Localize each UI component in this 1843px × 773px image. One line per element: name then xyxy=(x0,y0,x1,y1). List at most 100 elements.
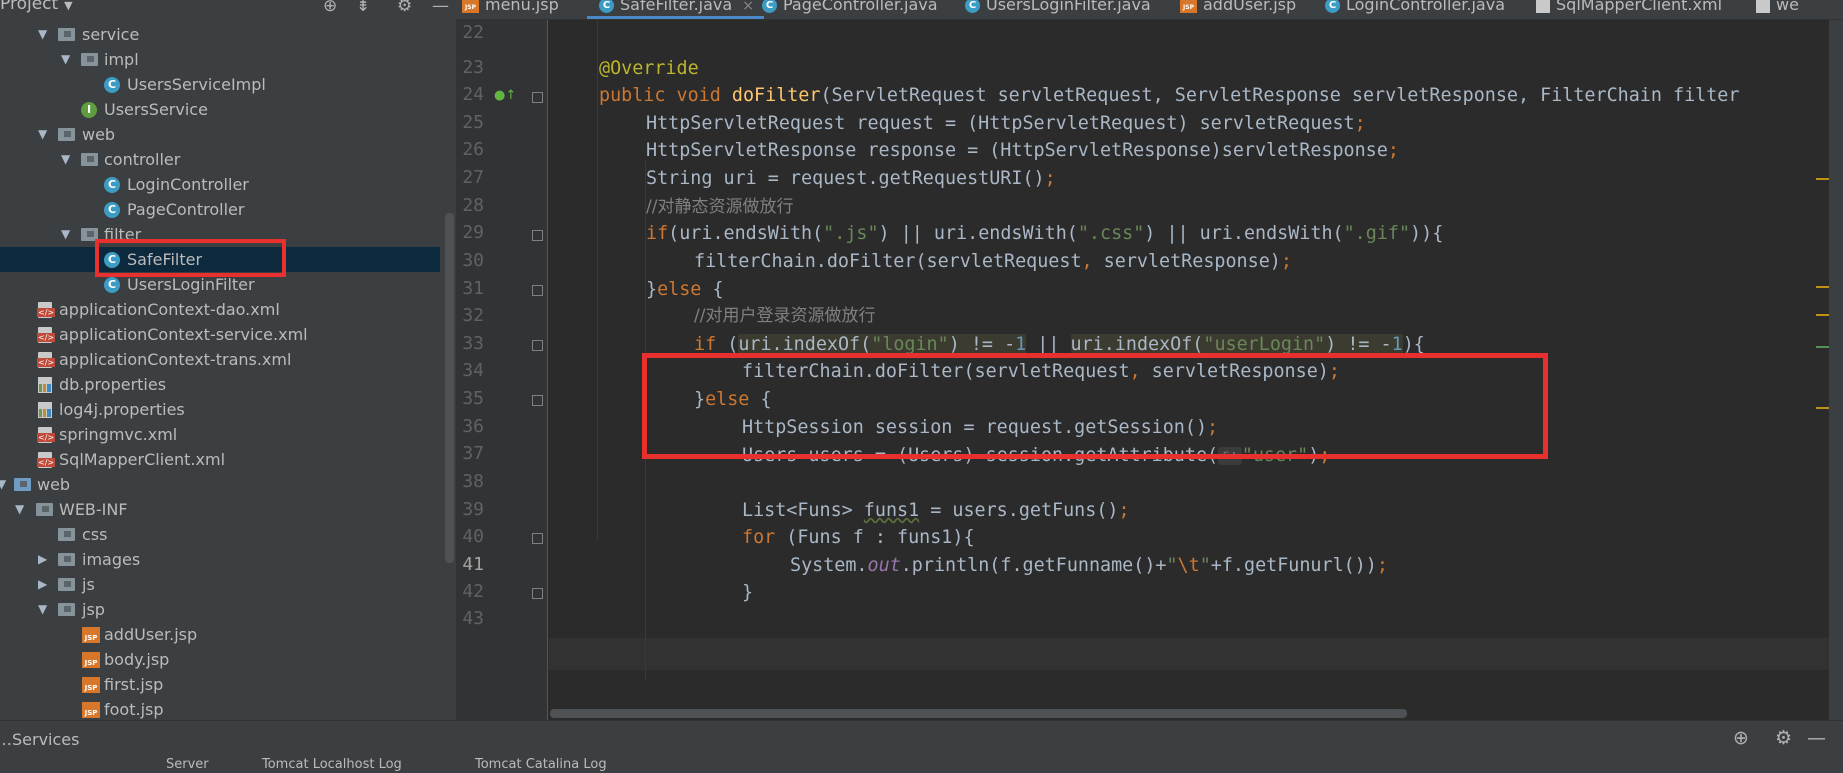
fold-marker-icon[interactable] xyxy=(532,230,543,241)
tree-node-adduser-jsp[interactable]: JSP addUser.jsp xyxy=(0,622,440,647)
gear-icon[interactable]: ⚙ xyxy=(397,0,412,16)
expand-arrow-icon[interactable]: ▼ xyxy=(38,597,47,622)
tree-node-pagecontroller[interactable]: C PageController xyxy=(0,197,440,222)
warning-marker[interactable] xyxy=(1816,286,1829,288)
fold-marker-icon[interactable] xyxy=(532,285,543,296)
warning-marker[interactable] xyxy=(1816,407,1829,409)
gear-icon[interactable]: ⚙ xyxy=(1775,727,1792,749)
tab-safefilter-java[interactable]: C SafeFilter.java × xyxy=(587,0,764,19)
tree-node-jsp[interactable]: ▼ jsp xyxy=(0,597,440,622)
collapse-arrow-icon[interactable]: ▶ xyxy=(38,572,47,597)
tree-node-web-package[interactable]: ▼ web xyxy=(0,122,440,147)
tree-node-applicationcontext-service[interactable]: applicationContext-service.xml xyxy=(0,322,440,347)
fold-marker-icon[interactable] xyxy=(532,395,543,406)
tree-node-controller[interactable]: ▼ controller xyxy=(0,147,440,172)
line-number: 29 xyxy=(462,222,484,243)
fold-marker-icon[interactable] xyxy=(532,340,543,351)
string-token: "login" xyxy=(871,334,949,355)
tree-node-images[interactable]: ▶ images xyxy=(0,547,440,572)
locate-icon[interactable]: ⊕ xyxy=(323,0,337,16)
tree-node-springmvc[interactable]: springmvc.xml xyxy=(0,422,440,447)
line-number: 23 xyxy=(462,57,484,78)
target-icon[interactable]: ⊕ xyxy=(1733,727,1749,749)
class-icon: C xyxy=(1325,0,1340,13)
tree-node-label: controller xyxy=(104,150,181,169)
hide-icon[interactable]: — xyxy=(1807,727,1826,749)
tab-adduser-jsp[interactable]: JSP addUser.jsp xyxy=(1180,0,1297,19)
tab-tomcat-catalina-log[interactable]: Tomcat Catalina Log xyxy=(475,757,607,772)
escape-token: \t xyxy=(1177,555,1200,576)
expand-arrow-icon[interactable]: ▼ xyxy=(61,147,70,172)
tab-we[interactable]: we xyxy=(1756,0,1799,19)
tree-node-web-inf[interactable]: ▼ WEB-INF xyxy=(0,497,440,522)
expand-arrow-icon[interactable]: ▼ xyxy=(15,497,24,522)
editor-horizontal-scrollbar[interactable] xyxy=(550,709,1407,718)
tree-node-usersservice[interactable]: I UsersService xyxy=(0,97,440,122)
code-token: )){ xyxy=(1410,223,1444,244)
tree-node-first-jsp[interactable]: JSP first.jsp xyxy=(0,672,440,697)
tree-node-applicationcontext-trans[interactable]: applicationContext-trans.xml xyxy=(0,347,440,372)
tree-node-impl[interactable]: ▼ impl xyxy=(0,47,440,72)
close-icon[interactable]: × xyxy=(742,0,754,14)
expand-arrow-icon[interactable]: ▼ xyxy=(61,222,70,247)
tab-tomcat-localhost-log[interactable]: Tomcat Localhost Log xyxy=(262,757,402,772)
tree-node-db-properties[interactable]: db.properties xyxy=(0,372,440,397)
hide-icon[interactable]: — xyxy=(432,0,449,16)
line-number: 40 xyxy=(462,526,484,547)
tree-node-logincontroller[interactable]: C LoginController xyxy=(0,172,440,197)
project-scrollbar[interactable] xyxy=(445,213,454,563)
services-tool-window: …Services ⊕ ⚙ — Server Tomcat Localhost … xyxy=(0,720,1843,773)
string-token: " xyxy=(1166,555,1178,576)
tree-node-sqlmapperclient[interactable]: SqlMapperClient.xml xyxy=(0,447,440,472)
services-title-text: Services xyxy=(12,730,80,749)
code-line-42: } xyxy=(742,577,753,609)
tree-node-label: foot.jsp xyxy=(104,700,164,719)
xml-file-icon xyxy=(37,452,56,468)
expand-arrow-icon[interactable]: ▼ xyxy=(38,22,47,47)
tab-pagecontroller-java[interactable]: C PageController.java xyxy=(762,0,938,19)
tab-sqlmapperclient-xml[interactable]: SqlMapperClient.xml xyxy=(1536,0,1722,19)
tree-node-label: images xyxy=(82,550,141,569)
tree-node-label: web xyxy=(82,125,116,144)
line-number: 35 xyxy=(462,388,484,409)
change-marker[interactable] xyxy=(1816,346,1829,348)
folder-icon xyxy=(36,503,53,516)
comment-token: //对用户登录资源做放行 xyxy=(694,306,876,326)
tree-node-foot-jsp[interactable]: JSP foot.jsp xyxy=(0,697,440,720)
expand-arrow-icon[interactable]: ▼ xyxy=(61,47,70,72)
tree-node-label: impl xyxy=(104,50,139,69)
tree-node-service[interactable]: ▼ service xyxy=(0,22,440,47)
tree-node-js[interactable]: ▶ js xyxy=(0,572,440,597)
tree-node-label: js xyxy=(82,575,95,594)
overrides-method-icon[interactable]: ●↑ xyxy=(494,88,516,103)
warning-marker[interactable] xyxy=(1816,178,1829,180)
string-token: ".css" xyxy=(1077,223,1145,244)
expand-arrow-icon[interactable]: ▼ xyxy=(0,472,6,497)
fold-marker-icon[interactable] xyxy=(532,92,543,103)
tree-node-applicationcontext-dao[interactable]: applicationContext-dao.xml xyxy=(0,297,440,322)
jsp-file-icon: JSP xyxy=(82,677,100,693)
fold-marker-icon[interactable] xyxy=(532,588,543,599)
tree-node-body-jsp[interactable]: JSP body.jsp xyxy=(0,647,440,672)
warning-marker[interactable] xyxy=(1816,314,1829,316)
tree-node-web-folder[interactable]: ▼ web xyxy=(0,472,440,497)
tree-node-usersserviceimpl[interactable]: C UsersServiceImpl xyxy=(0,72,440,97)
expand-arrow-icon[interactable]: ▼ xyxy=(38,122,47,147)
project-view-selector[interactable]: Project ▼ xyxy=(0,0,73,14)
semicolon-token: ; xyxy=(1354,113,1366,134)
xml-file-icon xyxy=(1536,0,1550,13)
xml-file-icon xyxy=(37,302,56,318)
collapse-arrow-icon[interactable]: ▶ xyxy=(38,547,47,572)
tab-label: addUser.jsp xyxy=(1203,0,1297,14)
code-token: servletResponse) xyxy=(1092,251,1281,272)
fold-marker-icon[interactable] xyxy=(532,533,543,544)
string-token: ".js" xyxy=(823,223,879,244)
tree-node-css[interactable]: css xyxy=(0,522,440,547)
tab-menu-jsp[interactable]: JSP menu.jsp xyxy=(462,0,559,19)
collapse-all-icon[interactable]: ⇟ xyxy=(356,0,370,16)
tab-logincontroller-java[interactable]: C LoginController.java xyxy=(1325,0,1505,19)
tab-server[interactable]: Server xyxy=(166,757,209,772)
tree-node-label: applicationContext-trans.xml xyxy=(59,350,292,369)
tree-node-log4j-properties[interactable]: log4j.properties xyxy=(0,397,440,422)
tab-usersloginfilter-java[interactable]: C UsersLoginFilter.java xyxy=(965,0,1151,19)
